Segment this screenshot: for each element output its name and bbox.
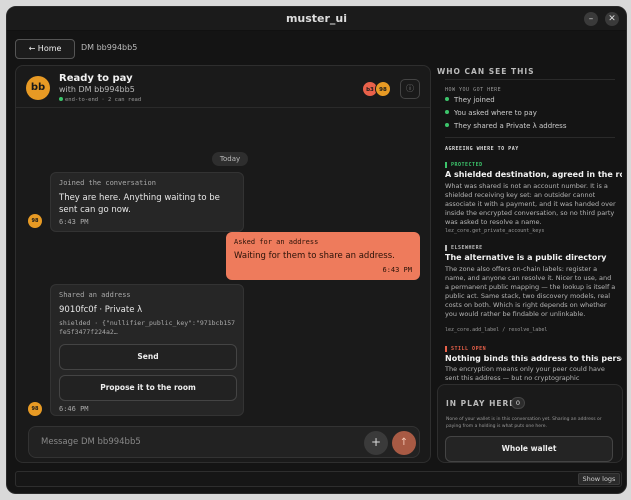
message-label: Shared an address [59, 291, 131, 299]
in-play-panel: IN PLAY HERE 0 None of your wallet is in… [437, 384, 623, 463]
how-label: HOW YOU GOT HERE [445, 87, 502, 93]
count-badge: 0 [511, 397, 525, 409]
title-bar: muster_ui – ✕ [7, 7, 626, 31]
option-title: The alternative is a public directory [445, 253, 607, 262]
divider [445, 137, 615, 138]
step-item: They shared a Private λ address [445, 122, 566, 130]
message-label: Joined the conversation [59, 179, 156, 187]
option-body: What was shared is not an account number… [445, 182, 616, 226]
whole-wallet-button[interactable]: Whole wallet [445, 436, 613, 462]
option-code: lez_core.add_label / resolve_label [445, 327, 548, 333]
message-label: Asked for an address [234, 238, 319, 246]
show-logs-button[interactable]: Show logs [578, 473, 620, 485]
status-bar: Show logs [15, 471, 622, 487]
encryption-note: end-to-end · 2 can read [59, 97, 141, 103]
chat-panel: bb Ready to pay with DM bb994bb5 end-to-… [15, 65, 431, 463]
minimize-button[interactable]: – [584, 12, 598, 26]
message-bubble: Joined the conversation They are here. A… [50, 172, 244, 232]
attach-button[interactable]: + [364, 431, 388, 455]
step-item: You asked where to pay [445, 109, 537, 117]
info-button[interactable]: ⓘ [400, 79, 420, 99]
message-time: 6:43 PM [59, 218, 89, 226]
status-dot-icon [59, 97, 63, 101]
message-bubble: Shared an address 9010fc0f · Private λ s… [50, 284, 244, 416]
option-title: A shielded destination, agreed in the ro… [445, 170, 622, 179]
step-text: They joined [454, 96, 495, 104]
chat-header: bb Ready to pay with DM bb994bb5 end-to-… [16, 66, 430, 108]
step-item: They joined [445, 96, 495, 104]
step-text: They shared a Private λ address [454, 122, 567, 130]
conversation-avatar: bb [26, 76, 50, 100]
in-play-note: None of your wallet is in this conversat… [446, 417, 602, 429]
option-body: The zone also offers on-chain labels: re… [445, 265, 616, 318]
info-icon: ⓘ [406, 84, 414, 93]
in-play-heading: IN PLAY HERE [446, 399, 516, 408]
option-title: Nothing binds this address to this perso… [445, 354, 622, 363]
bullet-icon [445, 110, 449, 114]
message-time: 6:46 PM [59, 405, 89, 413]
plus-icon: + [370, 435, 382, 449]
privacy-sidebar: WHO CAN SEE THIS HOW YOU GOT HERE They j… [437, 65, 622, 383]
message-composer: + ↑ [28, 426, 420, 458]
sidebar-heading: WHO CAN SEE THIS [437, 67, 535, 76]
step-text: You asked where to pay [454, 109, 537, 117]
message-body: Waiting for them to share an address. [234, 251, 395, 261]
breadcrumb: DM bb994bb5 [81, 43, 138, 52]
close-button[interactable]: ✕ [605, 12, 619, 26]
day-separator: Today [212, 152, 248, 166]
message-input[interactable] [41, 434, 341, 450]
address-detail: shielded · {"nullifier_public_key":"971b… [59, 319, 236, 336]
address-title: 9010fc0f · Private λ [59, 305, 143, 315]
bullet-icon [445, 123, 449, 127]
home-button[interactable]: ← Home [15, 39, 75, 59]
conversation-title: Ready to pay [59, 73, 133, 84]
option-code: lez_core.get_private_account_keys [445, 228, 545, 234]
option-tag: PROTECTED [445, 162, 483, 168]
app-window: muster_ui – ✕ ← Home DM bb994bb5 bb Read… [6, 6, 627, 494]
message-bubble-outgoing: Asked for an address Waiting for them to… [226, 232, 420, 280]
arrow-up-icon: ↑ [399, 437, 409, 448]
bullet-icon [445, 97, 449, 101]
agreeing-label: AGREEING WHERE TO PAY [445, 146, 519, 152]
message-time: 6:43 PM [382, 266, 412, 274]
sender-avatar: 98 [28, 402, 42, 416]
option-tag: ELSEWHERE [445, 245, 483, 251]
conversation-subtitle: with DM bb994bb5 [59, 85, 135, 94]
divider [445, 79, 615, 80]
option-body: The encryption means only your peer coul… [445, 365, 605, 382]
send-message-button[interactable]: ↑ [392, 431, 416, 455]
option-tag: STILL OPEN [445, 346, 486, 352]
sender-avatar: 98 [28, 214, 42, 228]
window-title: muster_ui [285, 12, 348, 25]
participant-avatar[interactable]: 98 [375, 81, 391, 97]
message-body: They are here. Anything waiting to be se… [59, 193, 220, 215]
encryption-note-text: end-to-end · 2 can read [65, 97, 142, 103]
propose-to-room-button[interactable]: Propose it to the room [59, 375, 237, 401]
send-button[interactable]: Send [59, 344, 237, 370]
